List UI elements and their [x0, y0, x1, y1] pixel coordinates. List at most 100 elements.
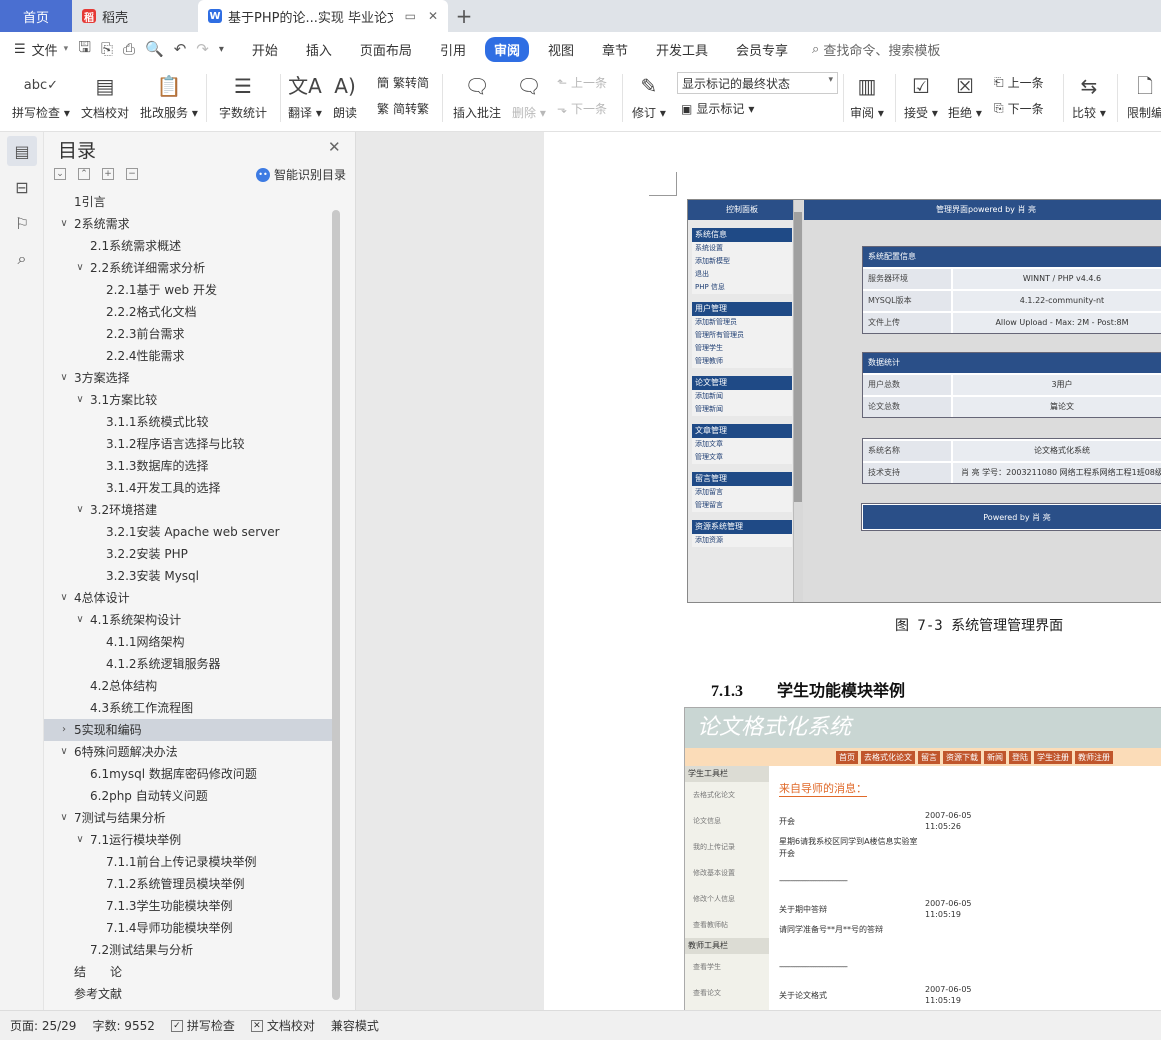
next-comment-button[interactable]: ⬎ 下一条	[557, 100, 607, 117]
toc-item[interactable]: 1引言	[44, 191, 332, 213]
toc-item[interactable]: 4.1.2系统逻辑服务器	[44, 653, 332, 675]
markup-display-select[interactable]: 显示标记的最终状态 ▾	[677, 72, 838, 94]
chevron-down-icon[interactable]: ∨	[74, 389, 86, 411]
chevron-down-icon[interactable]: ∨	[74, 829, 86, 851]
expand-up-icon[interactable]: ⌃	[78, 168, 90, 180]
translate-button[interactable]: 文A 翻译 ▾	[288, 72, 322, 121]
save-icon[interactable]: 🖫	[78, 37, 91, 62]
delete-comment-button[interactable]: 🗨 删除 ▾	[512, 72, 546, 121]
toc-item[interactable]: ∨ 4.1系统架构设计	[44, 609, 332, 631]
word-count-button[interactable]: ☰ 字数统计	[219, 72, 267, 121]
tab-screen-icon[interactable]: ▭	[405, 9, 416, 23]
menu-item-2[interactable]: 页面布局	[351, 37, 421, 62]
menu-item-0[interactable]: 开始	[243, 37, 287, 62]
toc-item[interactable]: 2.1系统需求概述	[44, 235, 332, 257]
bookmark-icon[interactable]: ⚐	[7, 208, 37, 238]
toc-item[interactable]: 7.1.2系统管理员模块举例	[44, 873, 332, 895]
menu-item-1[interactable]: 插入	[297, 37, 341, 62]
chapter-nav-icon[interactable]: ⊟	[7, 172, 37, 202]
next-change-button[interactable]: ⎘ 下一条	[994, 100, 1044, 117]
menu-item-8[interactable]: 会员专享	[727, 37, 797, 62]
toc-item[interactable]: 结 论	[44, 961, 332, 983]
doc-proof-button[interactable]: ▤ 文档校对	[81, 72, 129, 121]
toc-item[interactable]: 4.2总体结构	[44, 675, 332, 697]
search-icon[interactable]: ⌕	[7, 244, 37, 274]
toc-item[interactable]: 3.1.1系统模式比较	[44, 411, 332, 433]
new-tab-button[interactable]: +	[448, 0, 480, 32]
tab-close-icon[interactable]: ✕	[428, 9, 438, 23]
file-menu[interactable]: ☰ 文件 ▾	[14, 40, 68, 59]
remove-heading-icon[interactable]: −	[126, 168, 138, 180]
page-indicator[interactable]: 页面: 25/29	[10, 1017, 76, 1034]
customize-icon[interactable]: ▾	[219, 44, 224, 55]
toc-item[interactable]: 3.2.2安装 PHP	[44, 543, 332, 565]
toc-item[interactable]: ∨ 3.2环境搭建	[44, 499, 332, 521]
chevron-down-icon[interactable]: ∨	[58, 213, 70, 235]
simp-to-trad-button[interactable]: 繁 简转繁	[377, 100, 429, 117]
tab-home[interactable]: 首页	[0, 0, 72, 32]
chevron-down-icon[interactable]: ∨	[58, 807, 70, 829]
export-pdf-icon[interactable]: ⎘	[101, 40, 113, 58]
toc-item[interactable]: ∨ 7测试与结果分析	[44, 807, 332, 829]
chevron-down-icon[interactable]: ∨	[74, 499, 86, 521]
toc-item[interactable]: 3.2.3安装 Mysql	[44, 565, 332, 587]
compare-button[interactable]: ⇆ 比较 ▾	[1072, 72, 1106, 121]
toc-item[interactable]: ∨ 3.1方案比较	[44, 389, 332, 411]
toc-item[interactable]: ∨ 2系统需求	[44, 213, 332, 235]
status-doc-proof[interactable]: ✕ 文档校对	[250, 1017, 315, 1034]
toc-item[interactable]: 3.1.4开发工具的选择	[44, 477, 332, 499]
menu-item-6[interactable]: 章节	[593, 37, 637, 62]
toc-item[interactable]: 3.1.3数据库的选择	[44, 455, 332, 477]
tab-docer[interactable]: 稻 稻壳	[72, 0, 198, 32]
undo-icon[interactable]: ↶	[174, 40, 187, 58]
toc-item[interactable]: 7.2测试结果与分析	[44, 939, 332, 961]
document-page[interactable]: 控制面板 系统信息 系统设置 添加新模型 退出 PHP 信息 用户管理 添加新管理员 管理所有…	[544, 132, 1161, 1010]
review-service-button[interactable]: 📋 批改服务 ▾	[140, 72, 198, 121]
toc-item[interactable]: 3.2.1安装 Apache web server	[44, 521, 332, 543]
toc-item[interactable]: 4.1.1网络架构	[44, 631, 332, 653]
track-changes-button[interactable]: ✎ 修订 ▾	[632, 72, 666, 121]
restrict-editing-button[interactable]: 🗋 限制编	[1127, 72, 1161, 121]
print-icon[interactable]: ⎙	[123, 40, 135, 58]
toc-item[interactable]: 2.2.3前台需求	[44, 323, 332, 345]
toc-item[interactable]: ∨ 4总体设计	[44, 587, 332, 609]
chevron-down-icon[interactable]: ∨	[58, 587, 70, 609]
menu-item-3[interactable]: 引用	[431, 37, 475, 62]
trad-to-simp-button[interactable]: 簡 繁转简	[377, 74, 429, 91]
status-spell-check[interactable]: ✓ 拼写检查	[170, 1017, 235, 1034]
toc-item[interactable]: 7.1.3学生功能模块举例	[44, 895, 332, 917]
prev-comment-button[interactable]: ⬑ 上一条	[557, 74, 607, 91]
toc-item[interactable]: 7.1.1前台上传记录模块举例	[44, 851, 332, 873]
command-search[interactable]: ⌕ 查找命令、搜索模板	[812, 40, 940, 59]
add-heading-icon[interactable]: +	[102, 168, 114, 180]
redo-icon[interactable]: ↷	[196, 40, 209, 58]
toc-item[interactable]: 4.3系统工作流程图	[44, 697, 332, 719]
chevron-right-icon[interactable]: ›	[58, 719, 70, 741]
prev-change-button[interactable]: ⎗ 上一条	[994, 74, 1044, 91]
toc-panel-icon[interactable]: ▤	[7, 136, 37, 166]
accept-button[interactable]: ☑ 接受 ▾	[904, 72, 938, 121]
show-markup-button[interactable]: ▣ 显示标记 ▾	[681, 100, 754, 117]
smart-toc-button[interactable]: •• 智能识别目录	[256, 166, 346, 183]
toc-item[interactable]: 参考文献	[44, 983, 332, 1005]
menu-item-7[interactable]: 开发工具	[647, 37, 717, 62]
print-preview-icon[interactable]: 🔍	[145, 40, 164, 58]
tab-document[interactable]: W 基于PHP的论...实现 毕业论文 ▭ ✕	[198, 0, 448, 32]
toc-item[interactable]: 2.2.1基于 web 开发	[44, 279, 332, 301]
chevron-down-icon[interactable]: ∨	[58, 741, 70, 763]
toc-item[interactable]: ∨ 6特殊问题解决办法	[44, 741, 332, 763]
chevron-down-icon[interactable]: ∨	[74, 609, 86, 631]
toc-item[interactable]: › 5实现和编码	[44, 719, 332, 741]
menu-item-5[interactable]: 视图	[539, 37, 583, 62]
collapse-all-icon[interactable]: ⌄	[54, 168, 66, 180]
toc-item[interactable]: 3.1.2程序语言选择与比较	[44, 433, 332, 455]
close-icon[interactable]: ✕	[328, 138, 341, 156]
toc-scrollbar[interactable]	[332, 210, 340, 1000]
spell-check-button[interactable]: abc✓ 拼写检查 ▾	[12, 72, 70, 121]
toc-item[interactable]: 6.2php 自动转义问题	[44, 785, 332, 807]
chevron-down-icon[interactable]: ∨	[74, 257, 86, 279]
toc-item[interactable]: 6.1mysql 数据库密码修改问题	[44, 763, 332, 785]
toc-item[interactable]: 7.1.4导师功能模块举例	[44, 917, 332, 939]
menu-item-4[interactable]: 审阅	[484, 36, 529, 62]
review-pane-button[interactable]: ▥ 审阅 ▾	[850, 72, 884, 121]
